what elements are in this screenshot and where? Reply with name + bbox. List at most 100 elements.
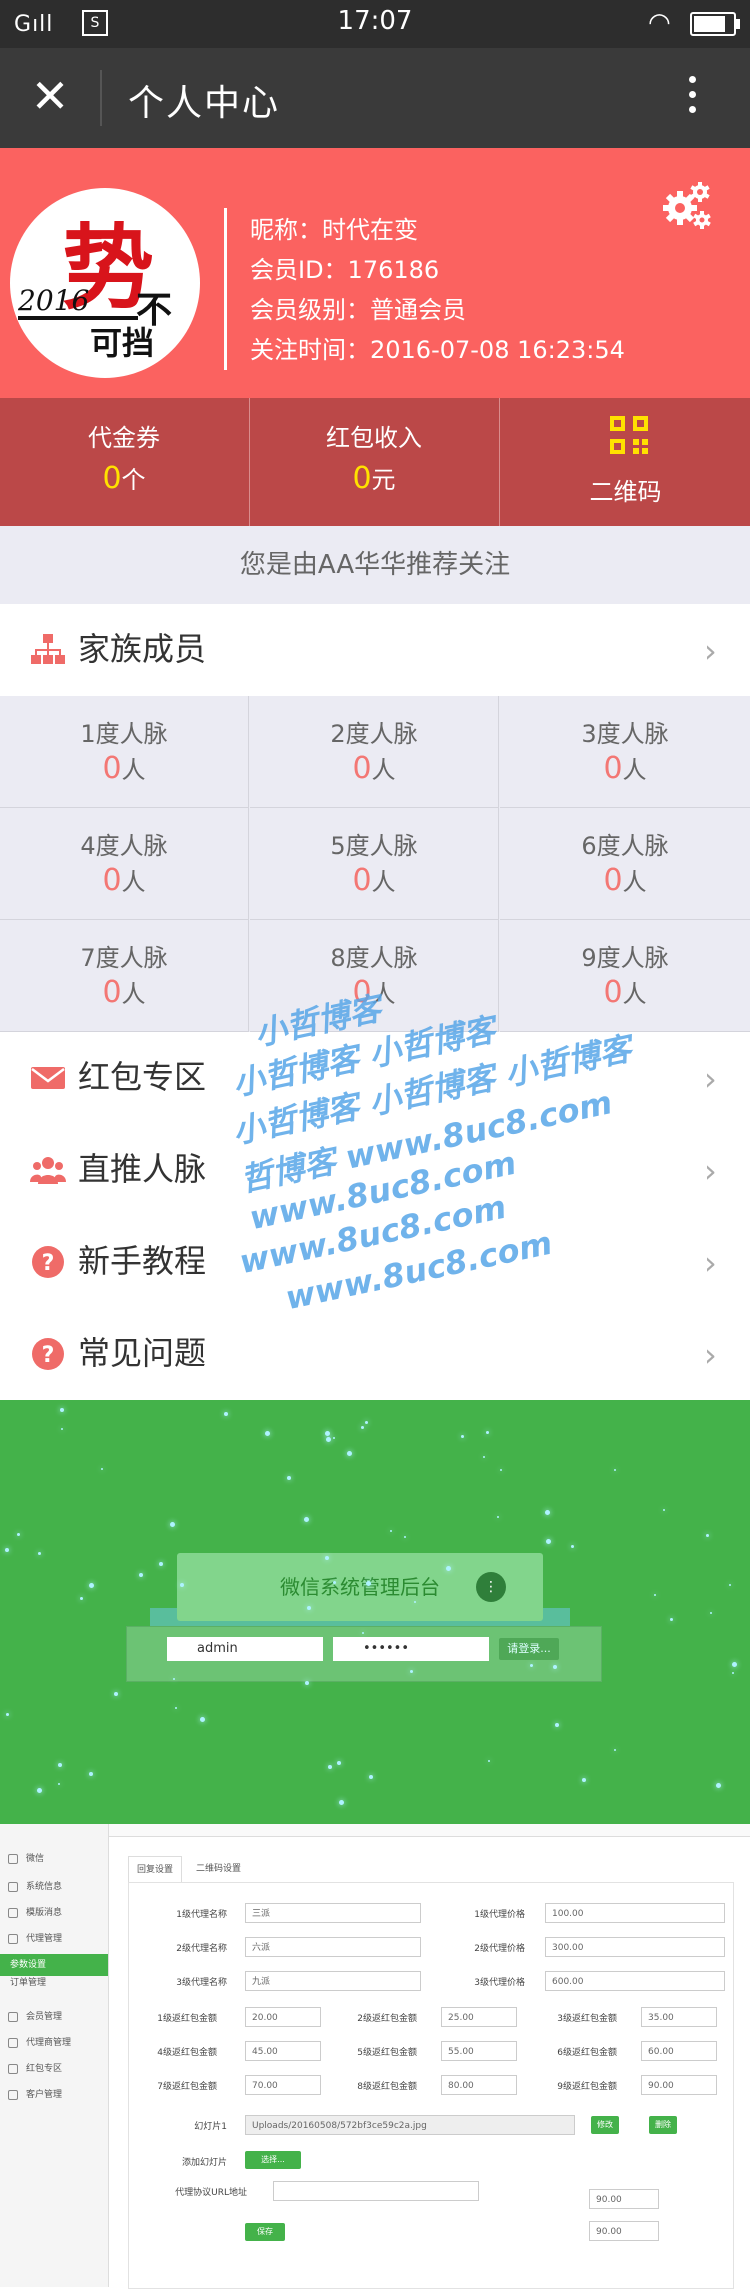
sidebar-item[interactable]: 微信 — [0, 1848, 108, 1870]
tab-qrcode-settings[interactable]: 二维码设置 — [188, 1856, 249, 1882]
network-cell[interactable]: 1度人脉 0人 — [0, 696, 249, 808]
choose-file-button[interactable]: 选择... — [245, 2151, 301, 2169]
sidebar-item[interactable]: 订单管理 — [0, 1972, 108, 1994]
network-cell[interactable]: 3度人脉 0人 — [500, 696, 750, 808]
star-particle — [89, 1583, 94, 1588]
network-cell[interactable]: 4度人脉 0人 — [0, 808, 249, 920]
sidebar-item-label: 会员管理 — [26, 2012, 63, 2022]
network-label: 5度人脉 — [330, 832, 418, 860]
username-input[interactable]: admin — [167, 1637, 323, 1661]
network-cell[interactable]: 5度人脉 0人 — [250, 808, 499, 920]
gear-icon[interactable] — [658, 178, 714, 234]
star-particle — [224, 1412, 228, 1416]
avatar-image: 势 2016 不 可挡 — [17, 214, 172, 362]
star-particle — [265, 1431, 270, 1436]
admin-form: 1级代理名称 三派 2级代理名称 六派 3级代理名称 九派 1级代理价格 100… — [128, 1882, 734, 2289]
network-cell[interactable]: 9度人脉 0人 — [500, 920, 750, 1032]
star-particle — [365, 1421, 368, 1424]
agent3-name-input[interactable]: 九派 — [245, 1971, 421, 1991]
org-chart-icon — [31, 634, 65, 664]
close-icon[interactable]: ✕ — [28, 73, 72, 119]
star-particle — [325, 1431, 330, 1436]
rp3-input[interactable]: 35.00 — [641, 2007, 717, 2027]
sidebar-item[interactable]: 系统信息 — [0, 1876, 108, 1898]
save-button[interactable]: 保存 — [245, 2223, 285, 2241]
star-particle — [180, 1583, 184, 1587]
star-particle — [305, 1681, 309, 1685]
avatar[interactable]: 势 2016 不 可挡 — [10, 188, 200, 378]
profile-card: 势 2016 不 可挡 昵称：时代在变 会员ID：176186 会员级别：普通会… — [0, 148, 750, 398]
agent2-price-input[interactable]: 300.00 — [545, 1937, 725, 1957]
chevron-right-icon: › — [704, 1152, 717, 1190]
network-value: 0人 — [352, 863, 396, 898]
battery-icon — [690, 12, 740, 36]
status-time: 17:07 — [337, 6, 413, 36]
network-label: 2度人脉 — [330, 720, 418, 748]
agent1-name-input[interactable]: 三派 — [245, 1903, 421, 1923]
login-button[interactable]: 请登录... — [499, 1638, 559, 1660]
tab-reply-settings[interactable]: 回复设置 — [128, 1856, 183, 1883]
stat-voucher[interactable]: 代金券 0个 — [0, 398, 248, 526]
star-particle — [333, 1437, 335, 1439]
stat-redpacket-income[interactable]: 红包收入 0元 — [249, 398, 498, 526]
more-menu-icon[interactable] — [680, 70, 704, 126]
menu-item-family[interactable]: 家族成员 › — [0, 604, 750, 697]
rp9-input[interactable]: 90.00 — [641, 2075, 717, 2095]
network-cell[interactable]: 6度人脉 0人 — [500, 808, 750, 920]
field-label: 1级代理价格 — [474, 1910, 525, 1920]
star-particle — [732, 1662, 737, 1667]
extra-value-input[interactable]: 90.00 — [589, 2189, 659, 2209]
agent1-price-input[interactable]: 100.00 — [545, 1903, 725, 1923]
star-particle — [732, 1672, 734, 1674]
stat-label: 二维码 — [589, 478, 662, 506]
star-particle — [545, 1510, 550, 1515]
sidebar-item[interactable]: 会员管理 — [0, 2006, 108, 2028]
sidebar-item[interactable]: 模版消息 — [0, 1902, 108, 1924]
star-particle — [486, 1431, 489, 1434]
login-form: admin •••••• 请登录... — [126, 1626, 602, 1682]
sidebar-item[interactable]: 红包专区 — [0, 2058, 108, 2080]
rp1-input[interactable]: 20.00 — [245, 2007, 321, 2027]
rp8-input[interactable]: 80.00 — [441, 2075, 517, 2095]
rp4-input[interactable]: 45.00 — [245, 2041, 321, 2061]
star-particle — [17, 1533, 20, 1536]
chevron-right-icon: › — [704, 1060, 717, 1098]
sidebar-item[interactable]: 代理管理 — [0, 1928, 108, 1950]
password-input[interactable]: •••••• — [333, 1637, 489, 1661]
battery-fill — [694, 16, 725, 32]
agent3-price-input[interactable]: 600.00 — [545, 1971, 725, 1991]
header-divider — [100, 70, 102, 126]
chevron-right-icon: › — [704, 1244, 717, 1282]
sidebar-item-label: 订单管理 — [10, 1978, 47, 1988]
star-particle — [483, 1456, 485, 1458]
field-label: 9级返红包金额 — [557, 2082, 617, 2092]
sidebar-item-label: 参数设置 — [10, 1960, 47, 1970]
network-value: 0人 — [102, 975, 146, 1010]
agreement-url-input[interactable] — [273, 2181, 479, 2201]
sidebar-item[interactable]: 代理商管理 — [0, 2032, 108, 2054]
star-particle — [366, 1581, 371, 1586]
network-cell[interactable]: 2度人脉 0人 — [250, 696, 499, 808]
slide-edit-button[interactable]: 修改 — [591, 2116, 619, 2134]
agent2-name-input[interactable]: 六派 — [245, 1937, 421, 1957]
field-label: 7级返红包金额 — [157, 2082, 217, 2092]
slide-path-input[interactable]: Uploads/20160508/572bf3ce59c2a.jpg — [245, 2115, 575, 2135]
network-cell[interactable]: 7度人脉 0人 — [0, 920, 249, 1032]
login-menu-icon[interactable]: ⋮ — [476, 1572, 506, 1602]
rp2-input[interactable]: 25.00 — [441, 2007, 517, 2027]
star-particle — [307, 1606, 311, 1610]
star-particle — [410, 1670, 413, 1673]
network-value: 0人 — [352, 751, 396, 786]
rp7-input[interactable]: 70.00 — [245, 2075, 321, 2095]
sidebar-item-label: 代理商管理 — [26, 2038, 72, 2048]
rp6-input[interactable]: 60.00 — [641, 2041, 717, 2061]
slide-delete-button[interactable]: 删除 — [649, 2116, 677, 2134]
star-particle — [710, 1612, 712, 1614]
rp5-input[interactable]: 55.00 — [441, 2041, 517, 2061]
stat-qrcode[interactable]: 二维码 — [499, 398, 750, 526]
extra-value-input-2[interactable]: 90.00 — [589, 2221, 659, 2241]
menu-item[interactable]: ? 常见问题 › — [0, 1308, 750, 1400]
sidebar-item-label: 系统信息 — [26, 1882, 63, 1892]
sidebar-item[interactable]: 客户管理 — [0, 2084, 108, 2106]
menu-item-label: 直推人脉 — [78, 1150, 207, 1188]
